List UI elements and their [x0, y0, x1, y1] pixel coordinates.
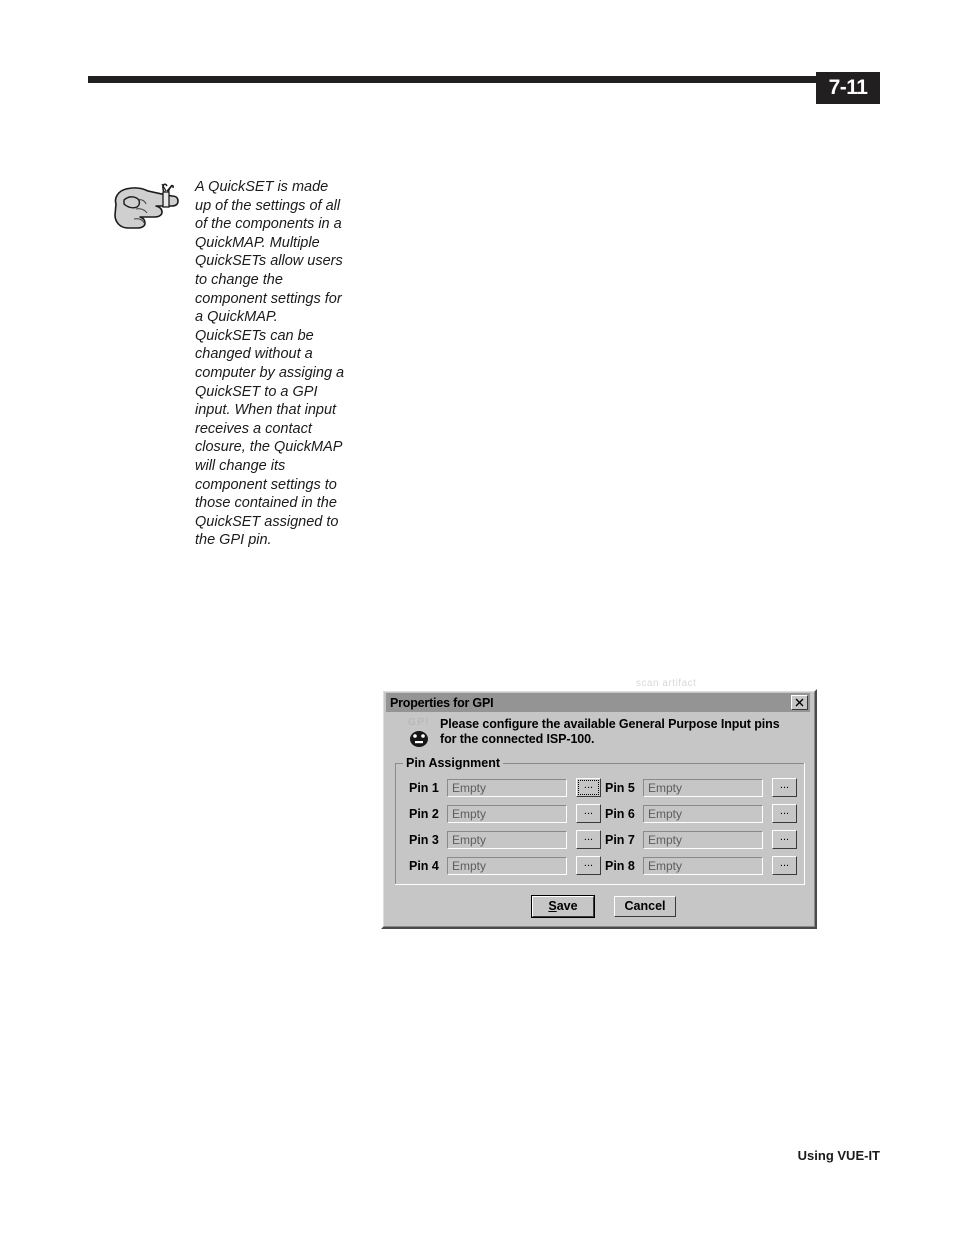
- table-row: Pin 7 Empty ...: [599, 829, 797, 850]
- page-header: 7-11: [0, 0, 954, 130]
- dialog-title: Properties for GPI: [390, 695, 494, 710]
- pin-browse-button[interactable]: ...: [772, 804, 797, 823]
- pin-value-input[interactable]: Empty: [447, 778, 567, 797]
- header-rule: [88, 76, 816, 83]
- pin-label: Pin 3: [409, 832, 439, 847]
- pin-browse-button[interactable]: ...: [576, 778, 601, 797]
- pin-value-input[interactable]: Empty: [447, 830, 567, 849]
- pin-value-input[interactable]: Empty: [643, 778, 763, 797]
- pin-label: Pin 7: [605, 832, 635, 847]
- page-number-badge: 7-11: [816, 72, 880, 104]
- table-row: Pin 3 Empty ...: [403, 829, 601, 850]
- properties-for-gpi-dialog: Properties for GPI GPI Please configure …: [381, 689, 817, 929]
- cancel-button[interactable]: Cancel: [614, 896, 676, 917]
- pin-browse-button[interactable]: ...: [576, 830, 601, 849]
- save-accel-letter: S: [548, 899, 557, 913]
- save-label-rest: ave: [556, 899, 578, 913]
- pin-label: Pin 6: [605, 806, 635, 821]
- table-row: Pin 8 Empty ...: [599, 855, 797, 876]
- page-footer: Using VUE-IT: [797, 1148, 880, 1163]
- table-row: Pin 2 Empty ...: [403, 803, 601, 824]
- pin-label: Pin 4: [409, 858, 439, 873]
- pin-value-input[interactable]: Empty: [447, 856, 567, 875]
- pin-value-input[interactable]: Empty: [643, 804, 763, 823]
- gpi-connector-icon: [397, 730, 441, 751]
- pin-browse-button[interactable]: ...: [772, 856, 797, 875]
- pin-value-input[interactable]: Empty: [643, 830, 763, 849]
- pin-browse-button[interactable]: ...: [772, 830, 797, 849]
- pin-browse-button[interactable]: ...: [772, 778, 797, 797]
- pin-label: Pin 1: [409, 780, 439, 795]
- table-row: Pin 6 Empty ...: [599, 803, 797, 824]
- close-icon[interactable]: [791, 695, 808, 710]
- gpi-badge-label: GPI: [407, 717, 431, 728]
- close-x-glyph: [795, 698, 804, 707]
- pin-assignment-group-title: Pin Assignment: [403, 756, 503, 770]
- table-row: Pin 4 Empty ...: [403, 855, 601, 876]
- pin-value-input[interactable]: Empty: [447, 804, 567, 823]
- dialog-titlebar[interactable]: Properties for GPI: [386, 693, 810, 712]
- gpi-device-badge: GPI: [397, 717, 441, 755]
- pin-label: Pin 5: [605, 780, 635, 795]
- pin-label: Pin 8: [605, 858, 635, 873]
- page-number: 7-11: [828, 76, 868, 99]
- note-text: A QuickSET is made up of the settings of…: [195, 179, 345, 549]
- pin-browse-button[interactable]: ...: [576, 856, 601, 875]
- table-row: Pin 1 Empty ...: [403, 777, 601, 798]
- pin-browse-button[interactable]: ...: [576, 804, 601, 823]
- pin-value-input[interactable]: Empty: [643, 856, 763, 875]
- table-row: Pin 5 Empty ...: [599, 777, 797, 798]
- save-button[interactable]: Save: [531, 895, 595, 918]
- pin-label: Pin 2: [409, 806, 439, 821]
- dialog-instruction: Please configure the available General P…: [440, 717, 780, 746]
- pointing-hand-with-string-icon: [110, 176, 190, 234]
